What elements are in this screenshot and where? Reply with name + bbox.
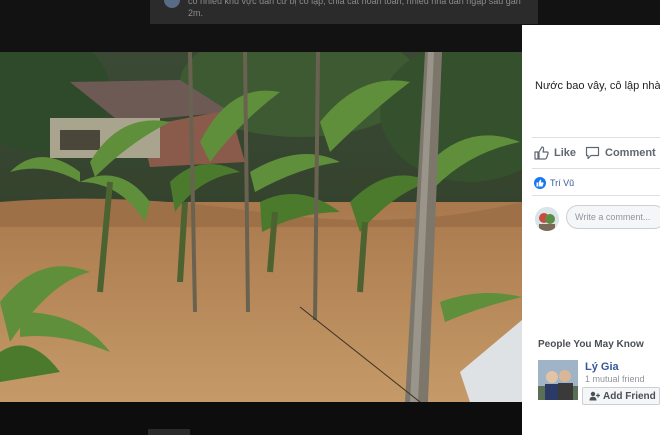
video-player[interactable]: [0, 52, 522, 402]
people-you-may-know-title: People You May Know: [538, 339, 644, 350]
post-caption-text: có nhiều khu vực dân cư bị cô lập, chia …: [188, 0, 521, 18]
reactions-row[interactable]: Trí Vũ: [534, 177, 574, 189]
thumbs-up-icon: [534, 146, 549, 160]
post-caption-box: có nhiều khu vực dân cư bị cô lập, chia …: [150, 0, 538, 24]
video-bottom-bar: [0, 402, 522, 435]
like-reaction-icon: [534, 177, 546, 189]
flood-video-frame: [0, 52, 522, 402]
comment-label: Comment: [605, 147, 656, 159]
bottom-tab: [148, 429, 190, 435]
like-button[interactable]: Like: [534, 146, 576, 160]
reaction-user-name: Trí Vũ: [550, 178, 575, 188]
like-label: Like: [554, 147, 577, 159]
comment-icon: [585, 146, 600, 160]
divider: [532, 137, 660, 138]
mutual-friends-count: 1 mutual friend: [585, 374, 645, 384]
divider: [532, 168, 660, 169]
divider: [532, 195, 660, 196]
add-friend-button[interactable]: Add Friend: [582, 387, 660, 405]
user-avatar: [535, 207, 559, 231]
comment-button[interactable]: Comment: [585, 146, 656, 160]
comment-input[interactable]: [566, 205, 660, 229]
add-friend-label: Add Friend: [603, 390, 656, 402]
friend-suggestion-avatar[interactable]: [538, 360, 578, 400]
post-text: Nước bao vây, cô lập nhà: [535, 80, 660, 92]
add-friend-icon: [589, 391, 600, 401]
friend-suggestion-name[interactable]: Lý Gia: [585, 361, 619, 373]
comments-panel: Nước bao vây, cô lập nhà Like Comment Tr…: [522, 25, 660, 435]
caption-avatar: [164, 0, 180, 8]
